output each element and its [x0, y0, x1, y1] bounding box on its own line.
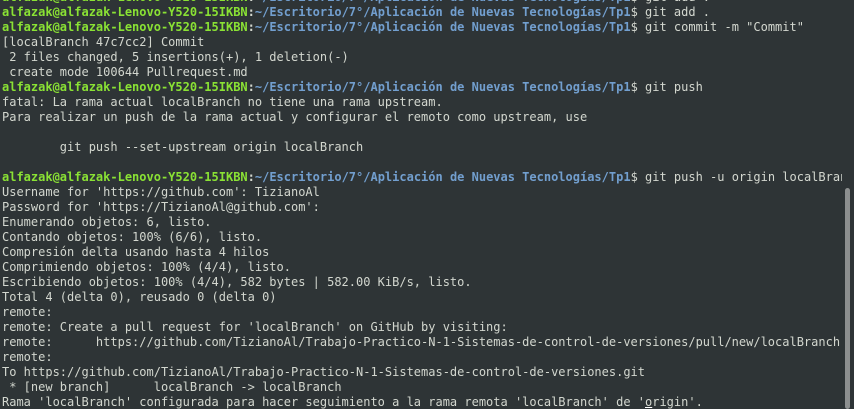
output-line: create mode 100644 Pullrequest.md	[2, 65, 842, 80]
output-text: remote: https://github.com/TizianoAl/Tra…	[2, 335, 841, 349]
scrollbar-thumb[interactable]	[845, 188, 850, 409]
output-line: Enumerando objetos: 6, listo.	[2, 215, 842, 230]
prompt-separator: :	[247, 5, 255, 19]
output-text: Contando objetos: 100% (6/6), listo.	[2, 230, 263, 244]
output-text: Compresión delta usando hasta 4 hilos	[2, 245, 270, 259]
prompt-user-host: alfazak@alfazak-Lenovo-Y520-15IKBN	[2, 170, 248, 184]
output-text: Escribiendo objetos: 100% (4/4), 582 byt…	[2, 275, 472, 289]
output-line: Total 4 (delta 0), reusado 0 (delta 0)	[2, 290, 842, 305]
output-text: remote:	[2, 305, 53, 319]
output-text: fatal: La rama actual localBranch no tie…	[2, 95, 443, 109]
prompt-separator: :	[248, 0, 255, 4]
output-line: Compresión delta usando hasta 4 hilos	[2, 245, 842, 260]
prompt-path: ~/Escritorio/7°/Aplicación de Nuevas Tec…	[254, 20, 631, 34]
output-line: [localBranch 47c7cc2] Commit	[2, 35, 842, 50]
prompt-line: alfazak@alfazak-Lenovo-Y520-15IKBN:~/Esc…	[2, 170, 842, 185]
output-text: rigin'.	[652, 395, 703, 409]
prompt-user-host: alfazak@alfazak-Lenovo-Y520-15IKBN	[2, 0, 248, 4]
output-text: Username for 'https://github.com': Tizia…	[2, 185, 320, 199]
prompt-user-host: alfazak@alfazak-Lenovo-Y520-15IKBN	[2, 20, 248, 34]
output-line: Escribiendo objetos: 100% (4/4), 582 byt…	[2, 275, 842, 290]
output-text: To https://github.com/TizianoAl/Trabajo-…	[2, 365, 645, 379]
output-text: Enumerando objetos: 6, listo.	[2, 215, 212, 229]
output-line: Para realizar un push de la rama actual …	[2, 110, 842, 125]
prompt-user-host: alfazak@alfazak-Lenovo-Y520-15IKBN	[2, 5, 248, 19]
output-line: To https://github.com/TizianoAl/Trabajo-…	[2, 365, 842, 380]
output-line: fatal: La rama actual localBranch no tie…	[2, 95, 842, 110]
prompt-path: ~/Escritorio/7°/Aplicación de Nuevas Tec…	[254, 170, 631, 184]
prompt-line: alfazak@alfazak-Lenovo-Y520-15IKBN:~/Esc…	[2, 80, 842, 95]
output-text: Total 4 (delta 0), reusado 0 (delta 0)	[2, 290, 277, 304]
output-line: git push --set-upstream origin localBran…	[2, 140, 842, 155]
output-text: 2 files changed, 5 insertions(+), 1 dele…	[2, 50, 349, 64]
prompt-command: $ git push	[630, 80, 703, 94]
output-line: Comprimiendo objetos: 100% (4/4), listo.	[2, 260, 842, 275]
output-text: [localBranch 47c7cc2] Commit	[2, 35, 205, 49]
prompt-command: $ git commit -m "Commit"	[630, 20, 804, 34]
output-line: Password for 'https://TizianoAl@github.c…	[2, 200, 842, 215]
output-line: Contando objetos: 100% (6/6), listo.	[2, 230, 842, 245]
output-line: 2 files changed, 5 insertions(+), 1 dele…	[2, 50, 842, 65]
prompt-path: ~/Escritorio/7°/Aplicación de Nuevas Tec…	[254, 5, 631, 19]
output-text: remote:	[2, 350, 53, 364]
output-text: Password for 'https://TizianoAl@github.c…	[2, 200, 320, 214]
prompt-line: alfazak@alfazak-Lenovo-Y520-15IKBN:~/Esc…	[2, 20, 842, 35]
prompt-path: ~/Escritorio/7°/Aplicación de Nuevas Tec…	[255, 0, 631, 4]
output-line: remote:	[2, 350, 842, 365]
output-line: remote: Create a pull request for 'local…	[2, 320, 842, 335]
output-line: * [new branch] localBranch -> localBranc…	[2, 380, 842, 395]
output-text: Para realizar un push de la rama actual …	[2, 110, 588, 124]
output-text: remote: Create a pull request for 'local…	[2, 320, 508, 334]
prompt-command: $ git push -u origin localBranch	[630, 170, 842, 184]
output-text: create mode 100644 Pullrequest.md	[2, 65, 248, 79]
output-line: Username for 'https://github.com': Tizia…	[2, 185, 842, 200]
output-text: Rama 'localBranch' configurada para hace…	[2, 395, 645, 409]
prompt-separator: :	[247, 80, 255, 94]
prompt-path: ~/Escritorio/7°/Aplicación de Nuevas Tec…	[254, 80, 631, 94]
prompt-command: $ git add .	[630, 5, 711, 19]
terminal-output[interactable]: alfazak@alfazak-Lenovo-Y520-15IKBN:~/Esc…	[2, 0, 842, 409]
prompt-separator: :	[247, 20, 255, 34]
output-text: * [new branch] localBranch -> localBranc…	[2, 380, 342, 394]
prompt-command: $ git add .	[631, 0, 710, 4]
prompt-user-host: alfazak@alfazak-Lenovo-Y520-15IKBN	[2, 80, 248, 94]
output-line: remote: https://github.com/TizianoAl/Tra…	[2, 335, 842, 350]
prompt-line: alfazak@alfazak-Lenovo-Y520-15IKBN:~/Esc…	[2, 5, 842, 20]
vertical-scrollbar[interactable]	[842, 0, 854, 409]
output-line: remote:	[2, 305, 842, 320]
terminal-window[interactable]: alfazak@alfazak-Lenovo-Y520-15IKBN:~/Esc…	[0, 0, 854, 409]
prompt-separator: :	[247, 170, 255, 184]
output-text: Comprimiendo objetos: 100% (4/4), listo.	[2, 260, 291, 274]
output-line: Rama 'localBranch' configurada para hace…	[2, 395, 842, 409]
output-text: git push --set-upstream origin localBran…	[2, 140, 364, 154]
